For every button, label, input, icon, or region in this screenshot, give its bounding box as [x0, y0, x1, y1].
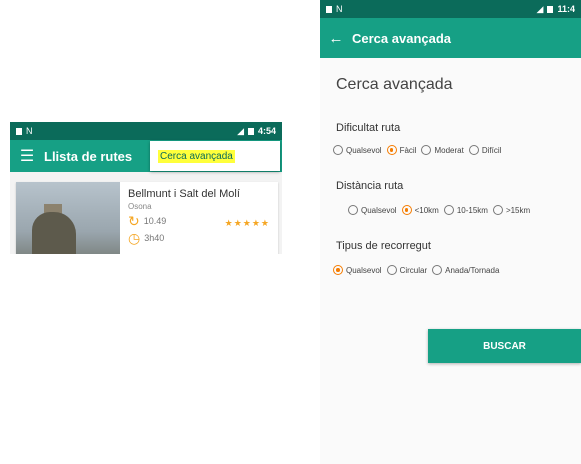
advanced-search-menu-item[interactable]: Cerca avançada — [150, 141, 280, 171]
back-arrow-icon[interactable]: ← — [320, 30, 352, 47]
status-bar: N ◢ 4:54 — [10, 122, 282, 140]
radio-button[interactable] — [386, 145, 397, 155]
clock-icon: ◷ — [128, 230, 141, 246]
notification-icon — [326, 5, 332, 13]
route-title: Bellmunt i Salt del Molí — [128, 188, 240, 200]
refresh-icon: ↻ — [128, 213, 140, 229]
rating-stars: ★★★★★ — [224, 218, 270, 228]
toolbar-title: Cerca avançada — [352, 30, 452, 46]
signal-icon: ◢ — [536, 3, 544, 14]
route-type-label: Tipus de recorregut — [336, 240, 431, 252]
radio-button[interactable] — [421, 145, 432, 155]
route-type-option[interactable]: Anada/Tornada — [432, 265, 499, 275]
radio-button[interactable] — [432, 265, 443, 275]
difficulty-option[interactable]: Qualsevol — [333, 145, 382, 155]
advanced-search-screen: N ◢ 11:4 ← Cerca avançada Cerca avançada… — [320, 0, 581, 464]
radio-label: >15km — [505, 205, 531, 215]
toolbar-title: Llista de rutes — [44, 148, 133, 164]
radio-button[interactable] — [333, 145, 343, 155]
notification-icon — [16, 127, 22, 135]
radio-button[interactable] — [401, 205, 412, 215]
difficulty-label: Dificultat ruta — [336, 122, 401, 134]
radio-label: Fàcil — [399, 145, 417, 155]
radio-label: Qualsevol — [361, 205, 397, 215]
radio-button[interactable] — [443, 205, 454, 215]
search-button[interactable]: BUSCAR — [428, 329, 581, 363]
route-type-radio-group: Qualsevol Circular Anada/Tornada — [333, 265, 504, 275]
route-duration: 3h40 — [144, 233, 165, 243]
radio-label: Circular — [399, 265, 428, 275]
battery-icon — [247, 127, 254, 135]
radio-label: Anada/Tornada — [445, 265, 500, 275]
radio-button[interactable] — [492, 205, 503, 215]
distance-option[interactable]: >15km — [492, 205, 531, 215]
radio-label: Qualsevol — [346, 145, 382, 155]
distance-label: Distància ruta — [336, 180, 404, 192]
radio-button[interactable] — [333, 265, 343, 275]
status-time: 4:54 — [257, 126, 276, 136]
radio-button[interactable] — [386, 265, 397, 275]
radio-label: 10-15km — [456, 205, 488, 215]
route-distance: 10.49 — [143, 216, 167, 226]
route-photo — [16, 182, 120, 254]
signal-icon: ◢ — [237, 125, 244, 136]
route-list-screen: N ◢ 4:54 ☰ Llista de rutes Cerca avançad… — [10, 122, 282, 254]
distance-radio-group: Qualsevol <10km 10-15km >15km — [348, 205, 535, 215]
app-toolbar: ☰ Llista de rutes Cerca avançada — [10, 140, 282, 172]
menu-icon[interactable]: ☰ — [10, 146, 44, 166]
n-icon: N — [26, 126, 33, 136]
radio-label: Moderat — [434, 145, 464, 155]
radio-label: Qualsevol — [346, 265, 382, 275]
radio-button[interactable] — [348, 205, 358, 215]
difficulty-option[interactable]: Moderat — [421, 145, 464, 155]
radio-label: Difícil — [481, 145, 502, 155]
n-icon: N — [336, 4, 343, 14]
advanced-search-label: Cerca avançada — [158, 149, 235, 163]
page-title: Cerca avançada — [336, 76, 453, 93]
status-bar: N ◢ 11:4 — [320, 0, 581, 18]
difficulty-option[interactable]: Fàcil — [386, 145, 417, 155]
distance-option[interactable]: 10-15km — [443, 205, 488, 215]
radio-button[interactable] — [468, 145, 479, 155]
route-type-option[interactable]: Qualsevol — [333, 265, 382, 275]
distance-option[interactable]: Qualsevol — [348, 205, 397, 215]
battery-icon — [547, 5, 554, 13]
status-time: 11:4 — [557, 4, 575, 14]
difficulty-option[interactable]: Difícil — [468, 145, 502, 155]
route-type-option[interactable]: Circular — [386, 265, 428, 275]
radio-label: <10km — [414, 205, 439, 215]
difficulty-radio-group: Qualsevol Fàcil Moderat Difícil — [333, 145, 506, 155]
route-card[interactable]: Bellmunt i Salt del Molí Osona ↻ 10.49 ◷… — [16, 182, 278, 254]
route-region: Osona — [128, 202, 152, 211]
distance-option[interactable]: <10km — [401, 205, 439, 215]
app-toolbar: ← Cerca avançada — [320, 18, 581, 58]
